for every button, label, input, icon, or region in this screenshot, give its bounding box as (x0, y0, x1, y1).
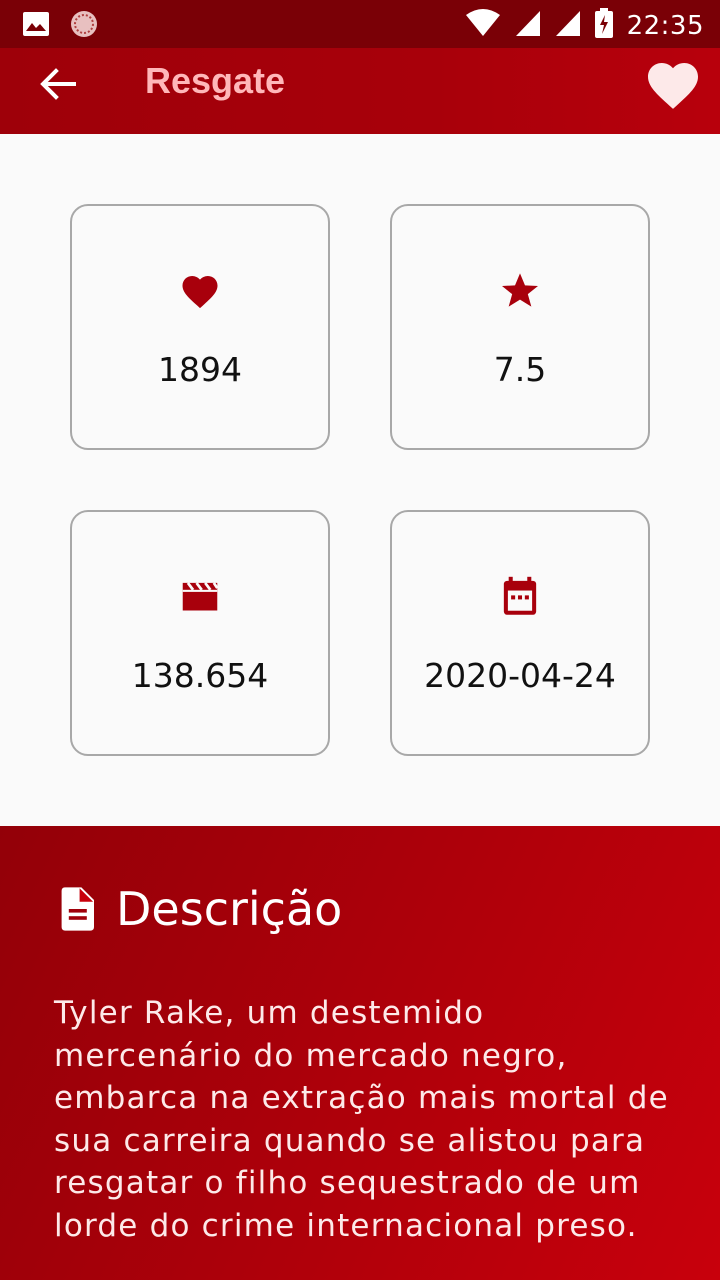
arrow-back-icon (40, 68, 76, 100)
movie-clapper-icon (182, 582, 219, 611)
wifi-icon (465, 9, 501, 42)
stats-grid: 1894 7.5 138.654 2020-04-24 (0, 134, 720, 826)
stat-card-likes: 1894 (70, 204, 330, 450)
status-bar: 22:35 (0, 0, 720, 48)
heart-icon (182, 276, 218, 309)
calendar-icon (503, 576, 537, 615)
app-notification-icon (70, 10, 98, 43)
page-title: Resgate (145, 60, 286, 101)
battery-charging-icon (594, 8, 613, 43)
stat-value: 2020-04-24 (424, 656, 616, 695)
favorite-button[interactable] (640, 50, 706, 116)
description-text: Tyler Rake, um destemido mercenário do m… (54, 995, 669, 1244)
description-section: Descrição Tyler Rake, um destemido merce… (0, 826, 720, 1280)
stat-value: 138.654 (131, 656, 269, 695)
star-icon (502, 273, 538, 307)
signal-icon (515, 9, 541, 42)
image-icon (22, 11, 50, 42)
document-icon (61, 887, 94, 931)
stat-value: 7.5 (493, 350, 547, 389)
stat-card-release-date: 2020-04-24 (390, 510, 650, 756)
signal-icon-2 (555, 9, 581, 42)
stat-card-popularity: 138.654 (70, 510, 330, 756)
status-time: 22:35 (626, 10, 704, 41)
description-title: Descrição (116, 882, 343, 936)
back-button[interactable] (36, 62, 80, 106)
stat-value: 1894 (158, 350, 242, 389)
heart-icon (648, 63, 698, 109)
stat-card-rating: 7.5 (390, 204, 650, 450)
app-bar: Resgate (0, 48, 720, 134)
